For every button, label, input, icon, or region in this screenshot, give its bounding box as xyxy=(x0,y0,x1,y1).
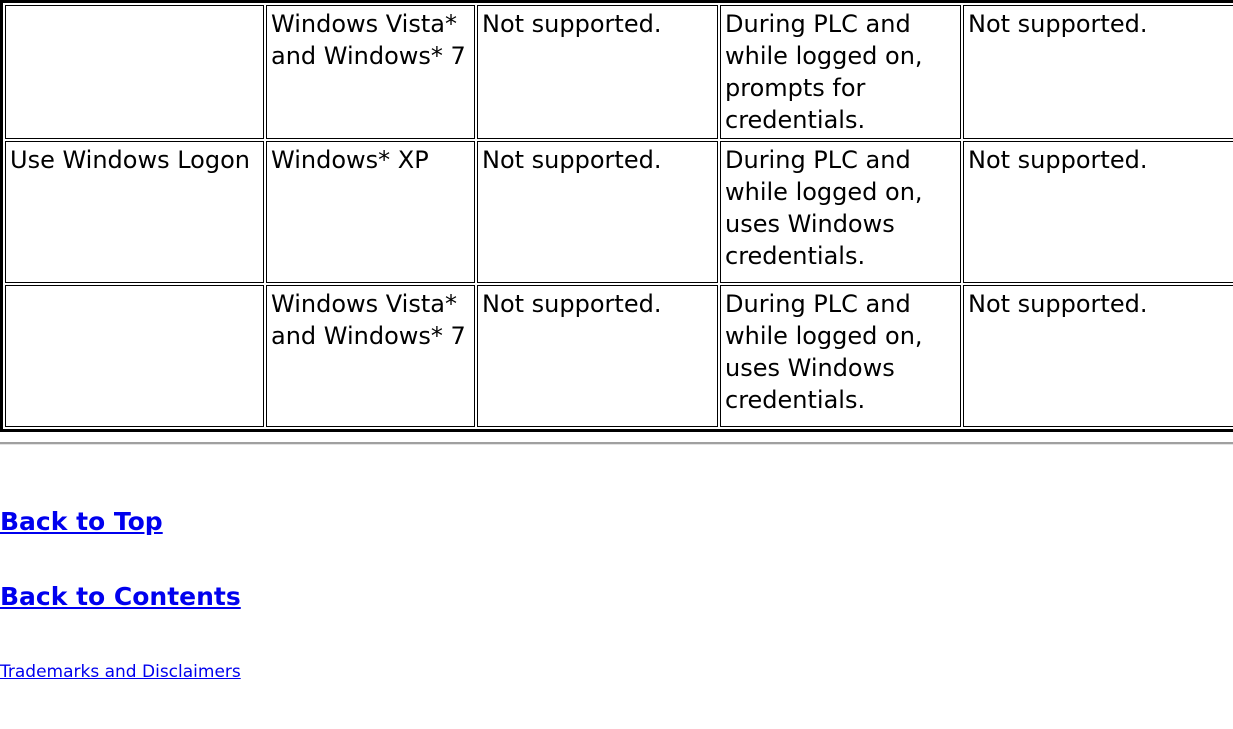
cell-install: Not supported. xyxy=(477,5,718,139)
table-body: Windows Vista* and Windows* 7 Not suppor… xyxy=(5,5,1233,427)
cell-plc: During PLC and while logged on, prompts … xyxy=(720,5,961,139)
table-row: Use Windows Logon Windows* XP Not suppor… xyxy=(5,141,1233,283)
back-to-top-link[interactable]: Back to Top xyxy=(0,507,163,537)
cell-plc: During PLC and while logged on, uses Win… xyxy=(720,141,961,283)
footer: Back to Top Back to Contents Trademarks … xyxy=(0,445,1233,683)
cell-plc: During PLC and while logged on, uses Win… xyxy=(720,285,961,427)
cell-feature xyxy=(5,285,264,427)
cell-last: Not supported. xyxy=(963,141,1233,283)
cell-feature: Use Windows Logon xyxy=(5,141,264,283)
footer-spacer-mid xyxy=(0,537,1233,582)
footer-spacer-bottom xyxy=(0,612,1233,662)
cell-operating-system: Windows Vista* and Windows* 7 xyxy=(266,5,475,139)
back-to-contents-wrapper: Back to Contents xyxy=(0,582,241,612)
table-row: Windows Vista* and Windows* 7 Not suppor… xyxy=(5,285,1233,427)
back-to-top-wrapper: Back to Top xyxy=(0,507,163,537)
trademarks-and-disclaimers-link[interactable]: Trademarks and Disclaimers xyxy=(0,662,241,683)
back-to-contents-link[interactable]: Back to Contents xyxy=(0,582,241,612)
cell-feature xyxy=(5,5,264,139)
cell-install: Not supported. xyxy=(477,141,718,283)
cell-install: Not supported. xyxy=(477,285,718,427)
cell-last: Not supported. xyxy=(963,285,1233,427)
footer-spacer-top xyxy=(0,445,1233,507)
cell-last: Not supported. xyxy=(963,5,1233,139)
table-row: Windows Vista* and Windows* 7 Not suppor… xyxy=(5,5,1233,139)
trademarks-wrapper: Trademarks and Disclaimers xyxy=(0,662,241,683)
feature-support-table: Windows Vista* and Windows* 7 Not suppor… xyxy=(0,0,1233,432)
cell-operating-system: Windows Vista* and Windows* 7 xyxy=(266,285,475,427)
cell-operating-system: Windows* XP xyxy=(266,141,475,283)
